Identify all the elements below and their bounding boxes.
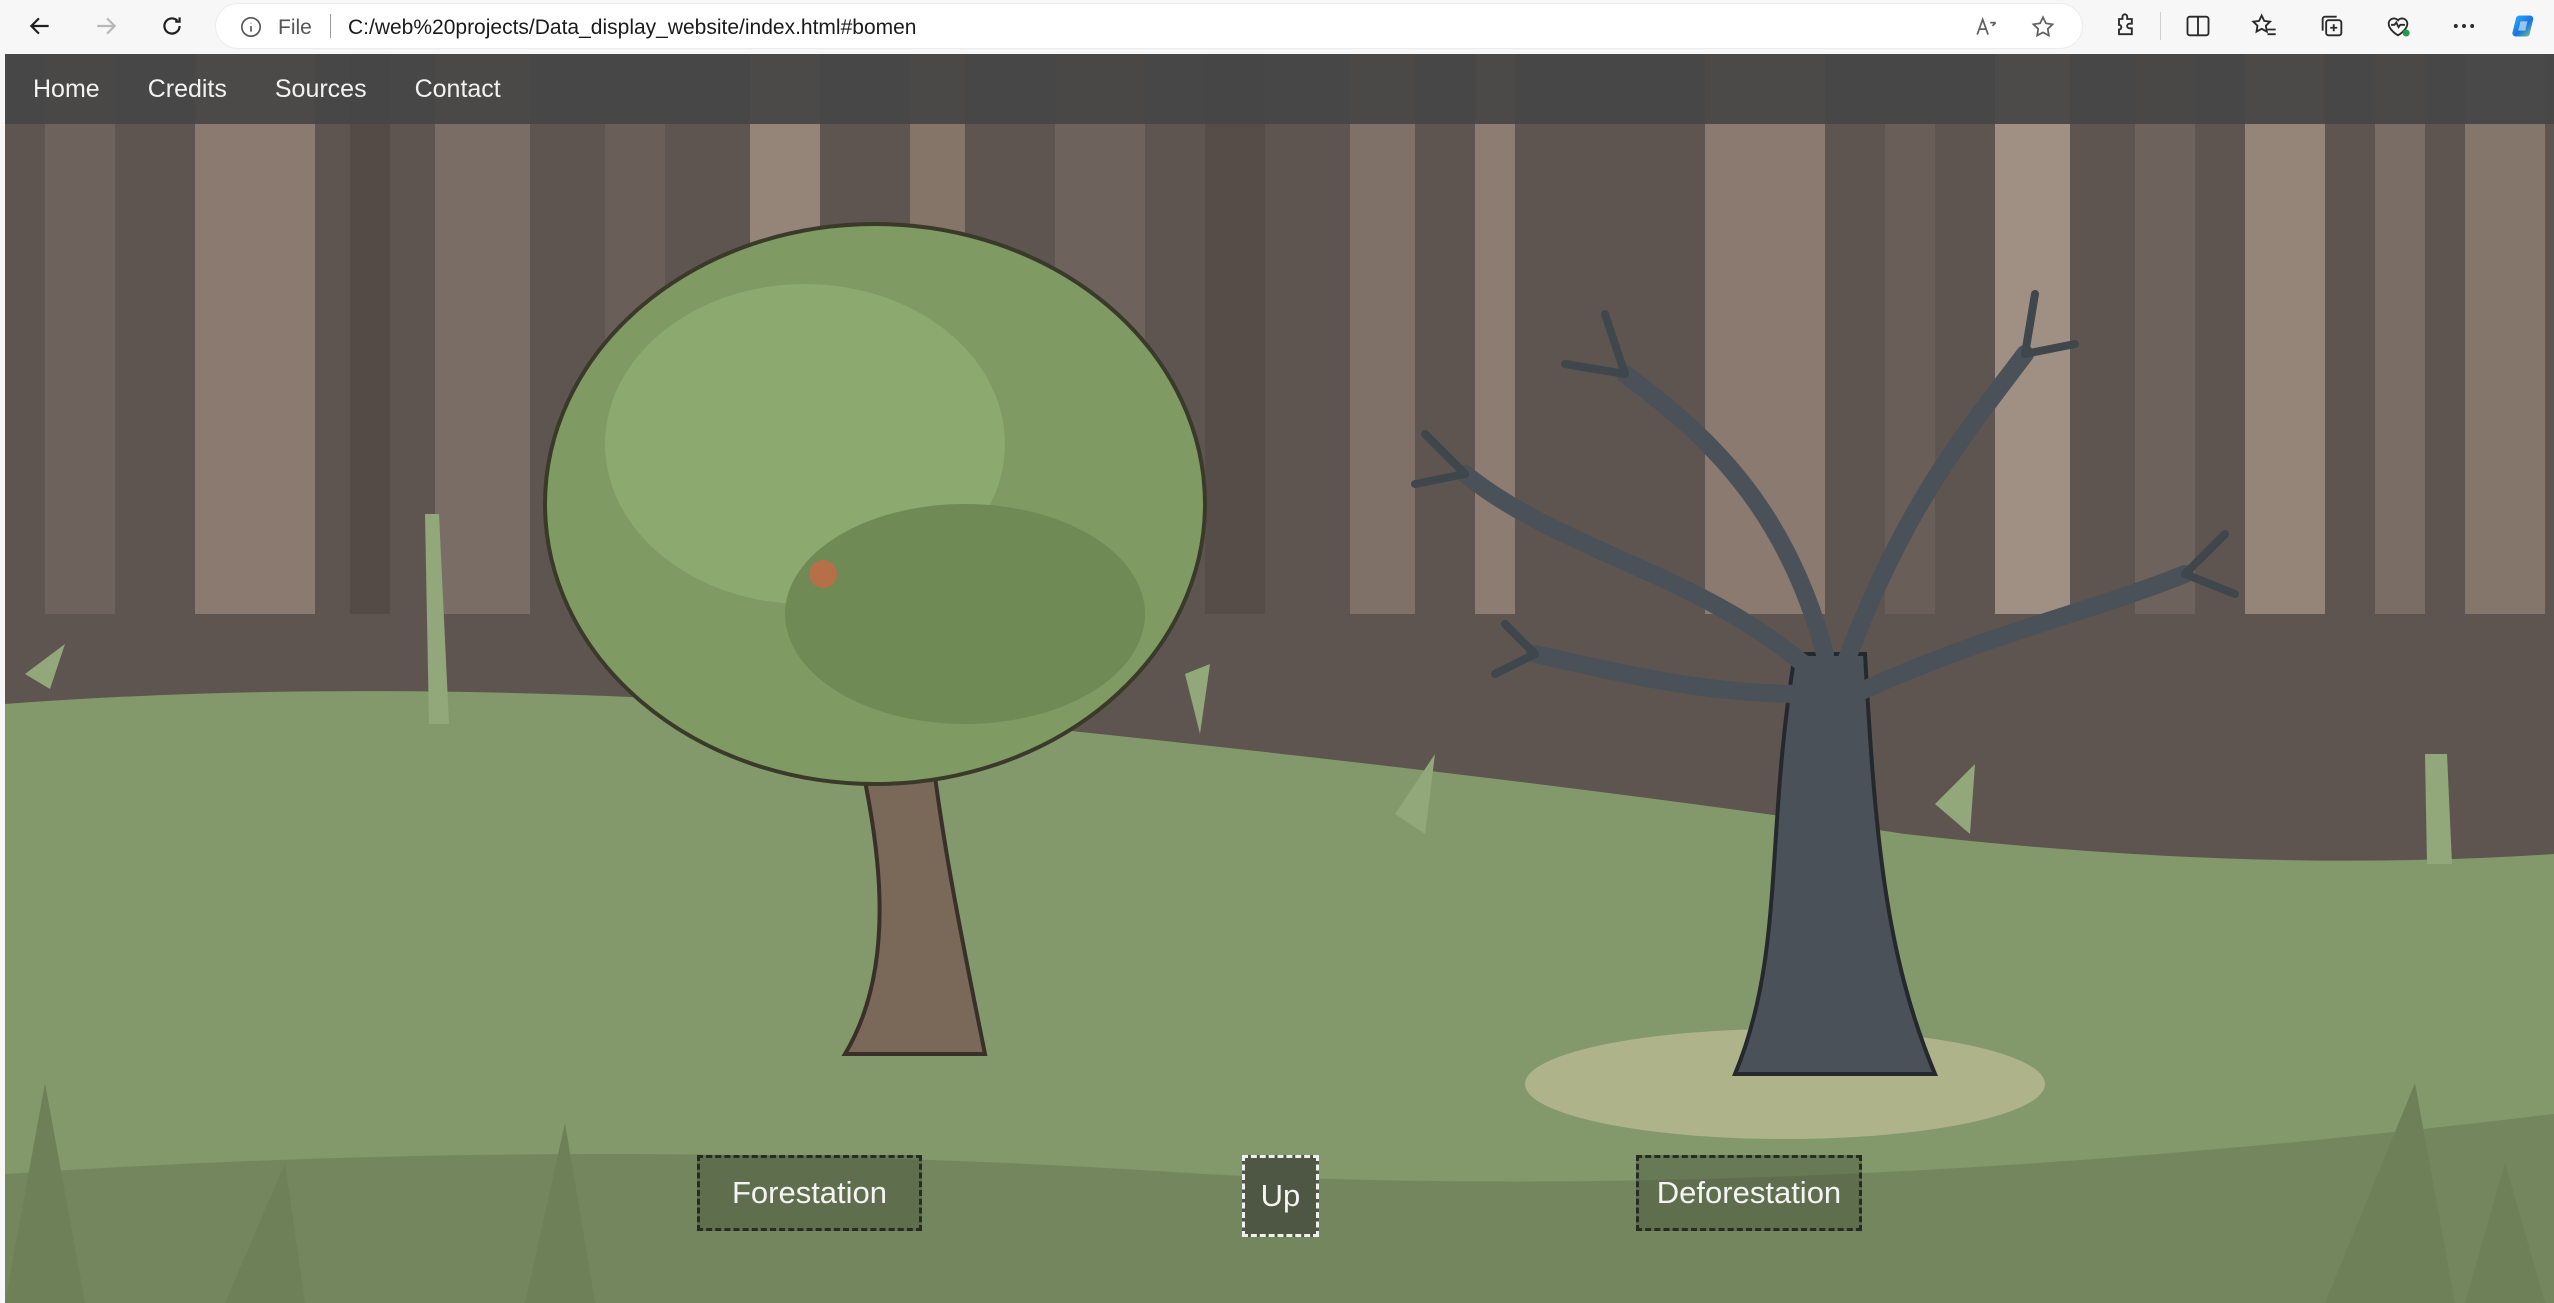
scheme-label: File (278, 16, 312, 39)
browser-essentials-icon (2387, 17, 2410, 37)
info-icon[interactable] (240, 16, 262, 38)
arrow-left-icon (29, 17, 49, 35)
browser-essentials-button[interactable] (2382, 10, 2414, 42)
favorites-button[interactable] (2248, 10, 2280, 42)
nav-link-sources[interactable]: Sources (251, 54, 391, 124)
nav-link-contact[interactable]: Contact (391, 54, 525, 124)
extensions-button[interactable] (2110, 10, 2142, 42)
collections-icon (2321, 15, 2343, 37)
browser-toolbar: File C:/web%20projects/Data_display_webs… (0, 0, 2554, 52)
nav-link-home[interactable]: Home (9, 54, 124, 124)
read-aloud-icon[interactable] (1974, 14, 2000, 40)
deforestation-button[interactable]: Deforestation (1636, 1155, 1862, 1231)
copilot-button[interactable] (2508, 10, 2540, 42)
favorites-icon (2251, 13, 2276, 36)
forest-illustration (5, 54, 2554, 1303)
toolbar-divider (2160, 12, 2161, 40)
up-button[interactable]: Up (1242, 1155, 1319, 1237)
more-options-button[interactable] (2448, 10, 2480, 42)
address-divider (330, 14, 331, 38)
more-options-icon (2453, 24, 2475, 28)
refresh-button[interactable] (154, 8, 190, 44)
favorite-star-icon[interactable] (2030, 14, 2056, 40)
url-text[interactable]: C:/web%20projects/Data_display_website/i… (348, 16, 916, 40)
forward-button[interactable] (88, 8, 124, 44)
arrow-right-icon (97, 17, 117, 35)
page-viewport: Home Credits Sources Contact Forestation… (5, 54, 2554, 1303)
extensions-icon (2118, 13, 2133, 36)
forestation-button[interactable]: Forestation (697, 1155, 922, 1231)
site-navbar: Home Credits Sources Contact (5, 54, 2554, 124)
split-screen-icon (2186, 15, 2210, 37)
split-screen-button[interactable] (2182, 10, 2214, 42)
refresh-icon (163, 17, 181, 35)
address-bar[interactable]: File C:/web%20projects/Data_display_webs… (216, 4, 2082, 48)
nav-link-credits[interactable]: Credits (124, 54, 251, 124)
copilot-icon (2512, 15, 2534, 37)
back-button[interactable] (22, 8, 58, 44)
collections-button[interactable] (2316, 10, 2348, 42)
